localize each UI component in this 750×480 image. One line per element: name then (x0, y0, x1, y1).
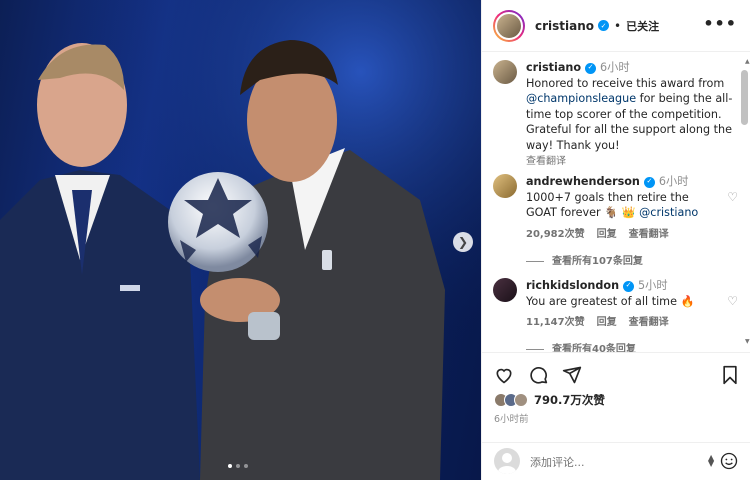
caption: cristiano ✓ 6小时 Honored to receive this aw… (493, 60, 738, 170)
comment-likes[interactable]: 11,147次赞 (526, 315, 585, 331)
comment-meta: 20,982次赞 回复 查看翻译 (526, 227, 722, 243)
comment-input[interactable] (530, 452, 690, 472)
likes-count[interactable]: 790.7万次赞 (534, 392, 605, 408)
follow-status-button[interactable]: 已关注 (626, 18, 659, 34)
scrollbar-thumb[interactable] (741, 70, 748, 125)
reply-button[interactable]: 回复 (597, 227, 617, 243)
mention-link[interactable]: @cristiano (639, 206, 698, 219)
carousel-dot (236, 464, 240, 468)
view-replies-button[interactable]: 查看所有40条回复 (526, 340, 636, 352)
comment-item: andrewhenderson ✓ 6小时 1000+7 goals then re… (493, 174, 738, 242)
scroll-down-arrow-icon[interactable]: ▼ (745, 338, 750, 345)
verified-badge-icon: ✓ (643, 176, 655, 188)
commenter-avatar[interactable] (493, 278, 517, 302)
comment-text: You are greatest of all time 🔥 (526, 294, 695, 308)
commenter-avatar[interactable] (493, 174, 517, 198)
caption-time: 6小时 (600, 61, 630, 74)
separator-dot: • (614, 18, 622, 33)
caption-text-part: Honored to receive this award from (526, 76, 725, 90)
carousel-dot (228, 464, 232, 468)
save-button[interactable] (721, 365, 739, 388)
translate-link[interactable]: 查看翻译 (629, 315, 669, 331)
current-user-avatar (494, 448, 520, 474)
chevron-right-icon: ❯ (457, 235, 469, 249)
post-sidebar: cristiano ✓ • 已关注 ••• cristiano ✓ 6小时 Hono… (481, 0, 750, 480)
more-options-icon[interactable]: ••• (703, 14, 737, 33)
carousel-dot (244, 464, 248, 468)
post-header: cristiano ✓ • 已关注 ••• (482, 0, 750, 52)
view-replies-button[interactable]: 查看所有107条回复 (526, 252, 643, 267)
comments-list[interactable]: cristiano ✓ 6小时 Honored to receive this aw… (482, 52, 744, 352)
emoji-icon[interactable] (720, 452, 738, 470)
caption-username[interactable]: cristiano (526, 61, 581, 74)
sort-icon[interactable]: ▲ ▼ (708, 454, 714, 468)
instagram-post-view: ❯ cristiano ✓ • 已关注 ••• cristiano ✓ 6小时 Ho… (0, 0, 750, 480)
comment-time: 6小时 (658, 175, 689, 188)
comment-item: richkidslondon ✓ 5小时 You are greatest of a… (493, 278, 738, 331)
verified-badge-icon: ✓ (623, 280, 635, 292)
comment-text: 1000+7 goals then retire the GOAT foreve… (526, 190, 722, 221)
comment-icon[interactable] (528, 365, 548, 385)
scroll-up-arrow-icon[interactable]: ▲ (745, 58, 750, 65)
reply-button[interactable]: 回复 (597, 315, 617, 331)
commenter-username[interactable]: richkidslondon (526, 279, 619, 292)
post-image[interactable]: ❯ (0, 0, 481, 480)
comment-like-heart-icon[interactable]: ♡ (727, 190, 738, 204)
post-actions: 790.7万次赞 6小时前 (482, 352, 750, 442)
mention-link[interactable]: @championsleague (526, 92, 636, 105)
next-image-button[interactable]: ❯ (453, 232, 473, 252)
verified-badge-icon: ✓ (585, 62, 597, 74)
comment-time: 5小时 (638, 279, 668, 292)
commenter-username[interactable]: andrewhenderson (526, 175, 640, 188)
heart-icon[interactable] (494, 365, 514, 385)
bookmark-icon[interactable] (721, 365, 739, 385)
author-avatar[interactable] (493, 9, 525, 42)
caption-translate-link[interactable]: 查看翻译 (526, 156, 566, 167)
author-username[interactable]: cristiano (535, 19, 594, 33)
caption-avatar[interactable] (493, 60, 517, 84)
comment-like-heart-icon[interactable]: ♡ (727, 294, 738, 308)
action-icons (494, 365, 582, 385)
comment-likes[interactable]: 20,982次赞 (526, 227, 585, 243)
post-timestamp: 6小时前 (494, 414, 529, 425)
carousel-indicator (228, 464, 248, 468)
verified-badge-icon: ✓ (598, 20, 610, 31)
likes-row: 790.7万次赞 (494, 392, 605, 408)
caption-text: Honored to receive this award from @cham… (526, 76, 738, 154)
paper-plane-icon[interactable] (562, 365, 582, 385)
award-photo (0, 0, 481, 480)
liker-avatar (514, 393, 528, 407)
comment-composer: ▲▼ (482, 442, 750, 480)
comment-meta: 11,147次赞 回复 查看翻译 (526, 315, 722, 331)
translate-link[interactable]: 查看翻译 (629, 227, 669, 243)
